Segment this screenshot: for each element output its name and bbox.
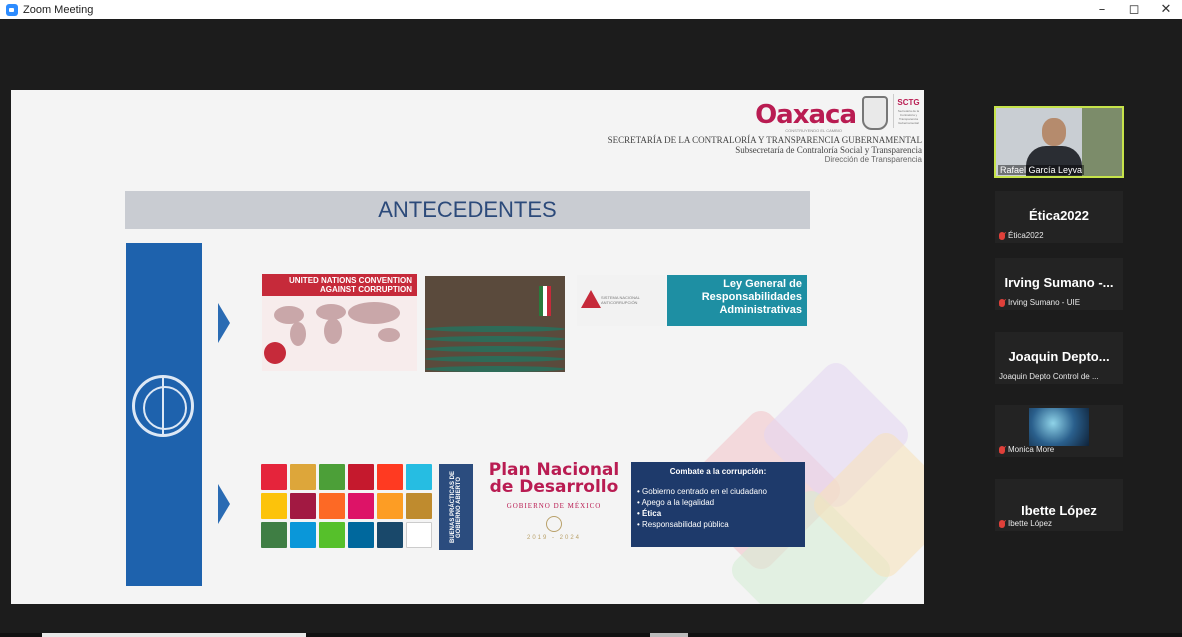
oaxaca-logo-subtitle: CONSTRUYENDO EL CAMBIO: [785, 128, 842, 133]
sdg-icons-grid: [261, 464, 433, 548]
sdg-goal-icon: [319, 522, 345, 548]
un-logo-icon: [264, 342, 286, 364]
participant-display-name: Ética2022: [1029, 208, 1089, 223]
mic-muted-icon: [999, 519, 1005, 528]
combate-item: • Gobierno centrado en el ciudadano: [637, 487, 768, 496]
participant-name-label: Ibette López: [999, 519, 1052, 528]
window-title: Zoom Meeting: [23, 3, 94, 16]
sdg-goal-icon: [261, 493, 287, 519]
sdg-goal-icon: [377, 464, 403, 490]
toolbar-strip: [0, 633, 1182, 637]
mic-muted-icon: [999, 445, 1005, 454]
combate-corrupcion-box: Combate a la corrupción: • Gobierno cent…: [631, 462, 805, 547]
participant-name: Rafael García Leyva: [998, 165, 1085, 175]
subsecretaria-heading: Subsecretaría de Contraloría Social y Tr…: [735, 145, 922, 155]
background-plant: [1082, 108, 1122, 176]
pnd-gobierno: GOBIERNO DE MÉXICO: [506, 502, 602, 510]
mic-muted-icon: [999, 231, 1005, 240]
un-emblem-icon: [132, 375, 194, 437]
participant-tile[interactable]: Ética2022 Ética2022: [995, 191, 1123, 243]
sdg-goal-icon: [406, 493, 432, 519]
participant-display-name: Irving Sumano -...: [1004, 275, 1114, 290]
maximize-button[interactable]: ◻: [1118, 0, 1150, 19]
sctg-logo-subtitle: Secretaría de la Contraloría y Transpare…: [897, 109, 920, 125]
sdg-goal-icon: [406, 522, 432, 548]
toolbar-segment: [42, 633, 306, 637]
participant-name-label: Irving Sumano - UIE: [999, 298, 1080, 307]
sdg-goal-icon: [261, 464, 287, 490]
buenas-practicas-box: BUENAS PRÁCTICAS DE GOBIERNO ABIERTO: [439, 464, 473, 550]
combate-item: • Ética: [637, 509, 662, 518]
pnd-years: 2019 - 2024: [526, 535, 582, 541]
combate-item: • Apego a la legalidad: [637, 498, 715, 507]
close-button[interactable]: ✕: [1150, 0, 1182, 19]
minimize-button[interactable]: –: [1086, 0, 1118, 19]
sdg-goal-icon: [377, 493, 403, 519]
sdg-goal-icon: [319, 464, 345, 490]
sdg-goal-icon: [348, 522, 374, 548]
sna-mark-icon: [581, 290, 601, 308]
window-controls: – ◻ ✕: [1086, 0, 1182, 19]
title-bar: Zoom Meeting – ◻ ✕: [0, 0, 1182, 19]
sdg-goal-icon: [377, 522, 403, 548]
participant-tile[interactable]: Ibette López Ibette López: [995, 479, 1123, 531]
sdg-goal-icon: [290, 464, 316, 490]
zoom-logo-icon: [6, 3, 18, 16]
participant-name: Ibette López: [1008, 519, 1053, 528]
participant-tile[interactable]: Joaquin Depto... Joaquin Depto Control d…: [995, 332, 1123, 384]
sdg-goal-icon: [261, 522, 287, 548]
arrow-right-icon: [218, 303, 230, 343]
sdg-goal-icon: [406, 464, 432, 490]
toolbar-segment: [650, 633, 688, 637]
mexico-flag-icon: [539, 286, 551, 316]
mexico-emblem-icon: [546, 516, 562, 532]
participant-head: [1042, 118, 1066, 146]
sctg-logo: SCTG Secretaría de la Contraloría y Tran…: [893, 94, 923, 128]
participant-display-name: Joaquin Depto...: [1008, 349, 1110, 364]
state-seal-icon: [862, 96, 888, 130]
un-side-bar: [126, 243, 202, 586]
participant-name: Ética2022: [1008, 231, 1044, 240]
arrow-right-icon: [218, 484, 230, 524]
participant-name-label: Monica More: [999, 445, 1054, 454]
participant-name-label: Joaquin Depto Control de ...: [999, 372, 1099, 381]
secretaria-heading: SECRETARÍA DE LA CONTRALORÍA Y TRANSPARE…: [607, 135, 922, 145]
uncac-title: UNITED NATIONS CONVENTION AGAINST CORRUP…: [262, 274, 417, 296]
slide-title: ANTECEDENTES: [125, 191, 810, 229]
sdg-goal-icon: [348, 493, 374, 519]
sdg-goal-icon: [290, 493, 316, 519]
plan-nacional-logo: Plan Nacional de Desarrollo GOBIERNO DE …: [484, 462, 624, 552]
participant-name: Irving Sumano - UIE: [1008, 298, 1081, 307]
sna-logo: SISTEMA NACIONAL ANTICORRUPCIÓN: [577, 275, 665, 326]
participant-tile[interactable]: Irving Sumano -... Irving Sumano - UIE: [995, 258, 1123, 310]
combate-item: • Responsabilidad pública: [637, 520, 729, 529]
oaxaca-logo: Oaxaca: [755, 100, 857, 130]
mic-muted-icon: [999, 298, 1005, 307]
combate-heading: Combate a la corrupción:: [669, 467, 767, 476]
shared-screen-slide: Oaxaca CONSTRUYENDO EL CAMBIO SCTG Secre…: [11, 90, 924, 604]
direccion-heading: Dirección de Transparencia: [824, 155, 922, 164]
participant-name: Joaquin Depto Control de ...: [999, 372, 1099, 381]
participant-name: Monica More: [1008, 445, 1055, 454]
meeting-area: Oaxaca CONSTRUYENDO EL CAMBIO SCTG Secre…: [0, 19, 1182, 637]
pnd-title: Plan Nacional de Desarrollo: [488, 460, 620, 497]
sdg-goal-icon: [290, 522, 316, 548]
active-speaker-video[interactable]: Rafael García Leyva: [994, 106, 1124, 178]
participant-tile[interactable]: Monica More: [995, 405, 1123, 457]
sna-text: SISTEMA NACIONAL ANTICORRUPCIÓN: [601, 295, 640, 305]
sdg-goal-icon: [319, 493, 345, 519]
participant-avatar-image: [1029, 408, 1089, 446]
world-map-icon: [270, 300, 410, 348]
participant-name-label: Ética2022: [999, 231, 1044, 240]
uncac-image: UNITED NATIONS CONVENTION AGAINST CORRUP…: [262, 274, 417, 371]
ley-general-box: Ley General de Responsabilidades Adminis…: [667, 275, 807, 326]
sctg-logo-text: SCTG: [897, 98, 920, 107]
sdg-goal-icon: [348, 464, 374, 490]
participant-display-name: Ibette López: [1021, 503, 1097, 518]
congress-photo: [425, 276, 565, 372]
